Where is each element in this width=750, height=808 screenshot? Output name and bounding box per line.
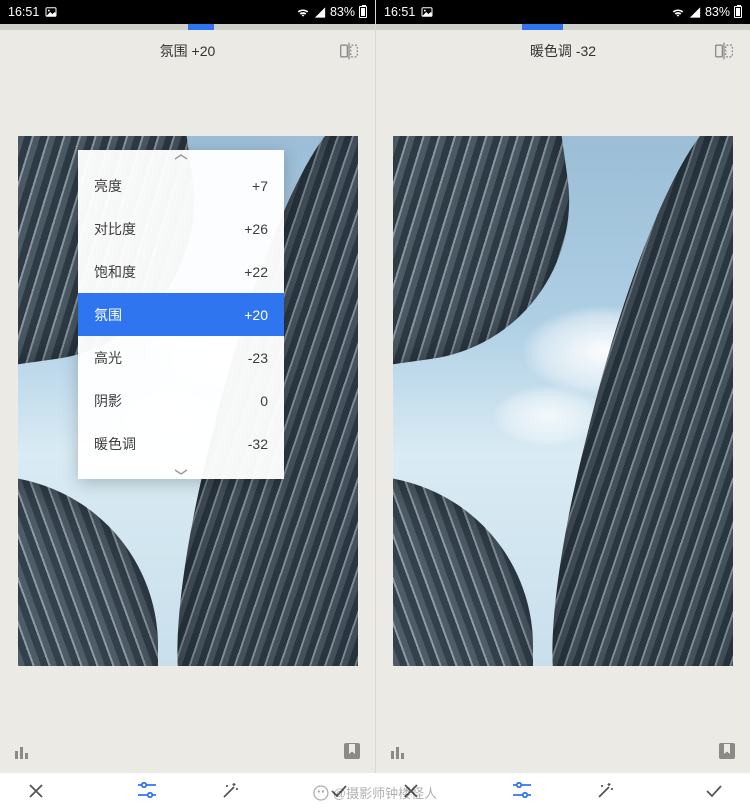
adjustment-label: 氛围 +20: [160, 41, 216, 61]
compare-icon[interactable]: [339, 42, 359, 60]
popup-row-ambiance[interactable]: 氛围 +20: [78, 293, 284, 336]
popup-row-brightness[interactable]: 亮度 +7: [78, 164, 284, 207]
histogram-icon[interactable]: [14, 743, 34, 759]
canvas[interactable]: 亮度 +7 对比度 +26 饱和度 +22 氛围 +20 高光 -23: [0, 72, 375, 729]
status-time: 16:51: [384, 5, 415, 19]
popup-item-label: 高光: [94, 348, 122, 368]
sliders-icon[interactable]: [512, 782, 532, 800]
popup-item-value: +20: [244, 307, 268, 323]
chevron-up-icon[interactable]: [78, 150, 284, 164]
popup-item-value: -23: [248, 350, 268, 366]
picture-icon: [421, 7, 433, 17]
status-time: 16:51: [8, 5, 39, 19]
popup-row-highlights[interactable]: 高光 -23: [78, 336, 284, 379]
popup-row-shadows[interactable]: 阴影 0: [78, 379, 284, 422]
apply-button[interactable]: [698, 784, 730, 798]
adjustment-row: 氛围 +20: [0, 30, 375, 72]
popup-item-label: 暖色调: [94, 434, 136, 454]
popup-item-value: -32: [248, 436, 268, 452]
popup-item-value: +7: [252, 178, 268, 194]
wifi-icon: [671, 7, 685, 18]
screen-right: 16:51 83% 暖色调 -32: [375, 0, 750, 773]
screens: 16:51 83% 氛围 +20: [0, 0, 750, 773]
battery-icon: [359, 6, 367, 18]
battery-icon: [734, 6, 742, 18]
cellular-icon: [689, 7, 701, 18]
popup-item-value: +22: [244, 264, 268, 280]
popup-item-value: 0: [260, 393, 268, 409]
adjustment-label: 暖色调 -32: [530, 41, 596, 61]
adjustment-row: 暖色调 -32: [376, 30, 750, 72]
sliders-icon[interactable]: [137, 782, 157, 800]
apply-button[interactable]: [323, 784, 355, 798]
popup-row-saturation[interactable]: 饱和度 +22: [78, 250, 284, 293]
battery-pct: 83%: [705, 5, 730, 19]
bottom-bar: @摄影师钟楼怪人: [0, 773, 750, 808]
chevron-down-icon[interactable]: [78, 465, 284, 479]
compare-icon[interactable]: [714, 42, 734, 60]
magic-wand-icon[interactable]: [221, 782, 239, 800]
histogram-icon[interactable]: [390, 743, 410, 759]
popup-item-label: 亮度: [94, 176, 122, 196]
cellular-icon: [314, 7, 326, 18]
popup-row-contrast[interactable]: 对比度 +26: [78, 207, 284, 250]
popup-row-warmth[interactable]: 暖色调 -32: [78, 422, 284, 465]
adjustments-popup[interactable]: 亮度 +7 对比度 +26 饱和度 +22 氛围 +20 高光 -23: [78, 150, 284, 479]
bookmark-icon[interactable]: [343, 742, 361, 760]
status-bar: 16:51 83%: [376, 0, 750, 24]
popup-item-value: +26: [244, 221, 268, 237]
cancel-button[interactable]: [20, 783, 52, 799]
popup-item-label: 对比度: [94, 219, 136, 239]
cancel-button[interactable]: [395, 783, 427, 799]
wifi-icon: [296, 7, 310, 18]
bookmark-icon[interactable]: [718, 742, 736, 760]
popup-item-label: 氛围: [94, 305, 122, 325]
tool-row: [376, 729, 750, 773]
canvas[interactable]: [376, 72, 750, 729]
screen-left: 16:51 83% 氛围 +20: [0, 0, 375, 773]
picture-icon: [45, 7, 57, 17]
battery-pct: 83%: [330, 5, 355, 19]
magic-wand-icon[interactable]: [596, 782, 614, 800]
tool-row: [0, 729, 375, 773]
popup-item-label: 饱和度: [94, 262, 136, 282]
popup-item-label: 阴影: [94, 391, 122, 411]
photo: [393, 136, 733, 666]
status-bar: 16:51 83%: [0, 0, 375, 24]
